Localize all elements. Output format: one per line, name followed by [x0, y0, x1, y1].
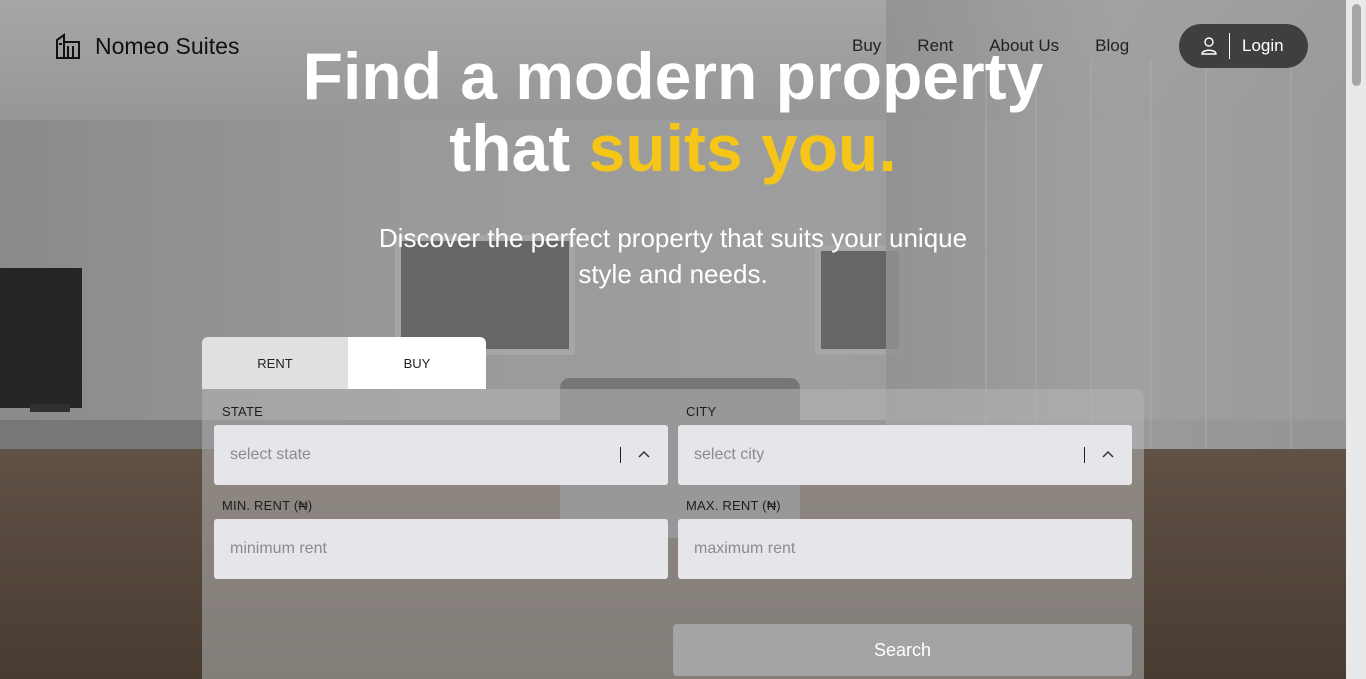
tab-rent[interactable]: RENT	[202, 337, 348, 389]
city-placeholder: select city	[694, 446, 765, 463]
city-label: CITY	[686, 404, 717, 419]
max-rent-input[interactable]: maximum rent	[678, 519, 1132, 579]
state-placeholder: select state	[230, 446, 311, 463]
min-rent-label: MIN. RENT (₦)	[222, 498, 313, 513]
city-indicator-separator	[1084, 447, 1085, 463]
chevron-up-icon[interactable]	[1100, 447, 1116, 463]
state-indicator-separator	[620, 447, 621, 463]
scrollbar-thumb[interactable]	[1352, 4, 1361, 86]
min-rent-placeholder: minimum rent	[230, 540, 327, 557]
hero-title-plain: that	[449, 111, 589, 185]
min-rent-input[interactable]: minimum rent	[214, 519, 668, 579]
tab-buy[interactable]: BUY	[348, 337, 486, 389]
search-button[interactable]: Search	[673, 624, 1132, 676]
hero-title-accent: suits you.	[588, 111, 897, 185]
city-select[interactable]: select city	[678, 425, 1132, 485]
search-tabs: RENT BUY	[202, 337, 486, 389]
max-rent-label: MAX. RENT (₦)	[686, 498, 781, 513]
hero-subtitle-line1: Discover the perfect property that suits…	[378, 223, 968, 253]
max-rent-placeholder: maximum rent	[694, 540, 796, 557]
hero-title-line2: that suits you.	[0, 112, 1346, 184]
hero-title-line1: Find a modern property	[302, 39, 1044, 113]
state-select[interactable]: select state	[214, 425, 668, 485]
hero-title: Find a modern property that suits you.	[0, 40, 1346, 184]
hero-subtitle: Discover the perfect property that suits…	[0, 220, 1346, 292]
hero-subtitle-line2: style and needs.	[578, 259, 768, 289]
page-scrollbar[interactable]	[1346, 0, 1366, 679]
state-label: STATE	[222, 404, 263, 419]
chevron-up-icon[interactable]	[636, 447, 652, 463]
